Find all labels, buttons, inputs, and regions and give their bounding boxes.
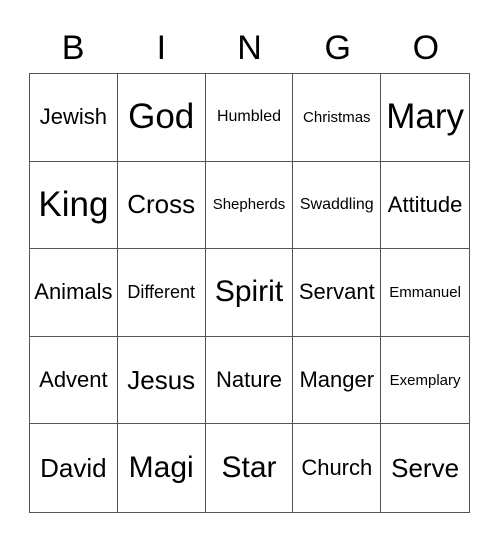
bingo-cell[interactable]: Nature <box>205 336 294 425</box>
bingo-cell[interactable]: Shepherds <box>205 161 294 250</box>
bingo-cell[interactable]: Advent <box>30 336 118 425</box>
header-letter-b: B <box>61 29 85 67</box>
bingo-cell[interactable]: Servant <box>293 249 382 337</box>
bingo-cell[interactable]: Star <box>206 424 294 512</box>
bingo-cell[interactable]: Different <box>117 249 206 337</box>
bingo-cell[interactable]: Manger <box>293 336 382 425</box>
bingo-cell[interactable]: Church <box>293 424 382 512</box>
header-letter-g: G <box>324 29 351 67</box>
bingo-cell[interactable]: Christmas <box>293 74 382 162</box>
bingo-cell[interactable]: Jewish <box>30 74 118 162</box>
bingo-header: B I N G O <box>29 24 470 72</box>
bingo-cell[interactable]: David <box>30 424 118 512</box>
bingo-cell[interactable]: Cross <box>117 161 206 250</box>
bingo-cell[interactable]: Emmanuel <box>381 249 469 337</box>
bingo-grid: Jewish God Humbled Christmas Mary King C… <box>29 73 470 513</box>
header-letter-i: I <box>156 29 167 67</box>
bingo-cell[interactable]: Swaddling <box>293 161 382 250</box>
bingo-cell[interactable]: King <box>30 161 118 250</box>
bingo-cell[interactable]: Jesus <box>117 336 206 425</box>
bingo-cell[interactable]: Mary <box>381 74 469 162</box>
bingo-cell[interactable]: Serve <box>381 424 469 512</box>
bingo-cell[interactable]: God <box>117 74 206 162</box>
header-letter-o: O <box>412 29 440 67</box>
bingo-cell[interactable]: Animals <box>30 249 118 337</box>
bingo-cell[interactable]: Magi <box>118 424 206 512</box>
bingo-cell[interactable]: Exemplary <box>381 337 469 425</box>
bingo-cell[interactable]: Humbled <box>205 74 294 162</box>
bingo-cell[interactable]: Spirit <box>205 249 294 337</box>
bingo-cell[interactable]: Attitude <box>381 162 469 250</box>
header-letter-n: N <box>237 29 262 67</box>
